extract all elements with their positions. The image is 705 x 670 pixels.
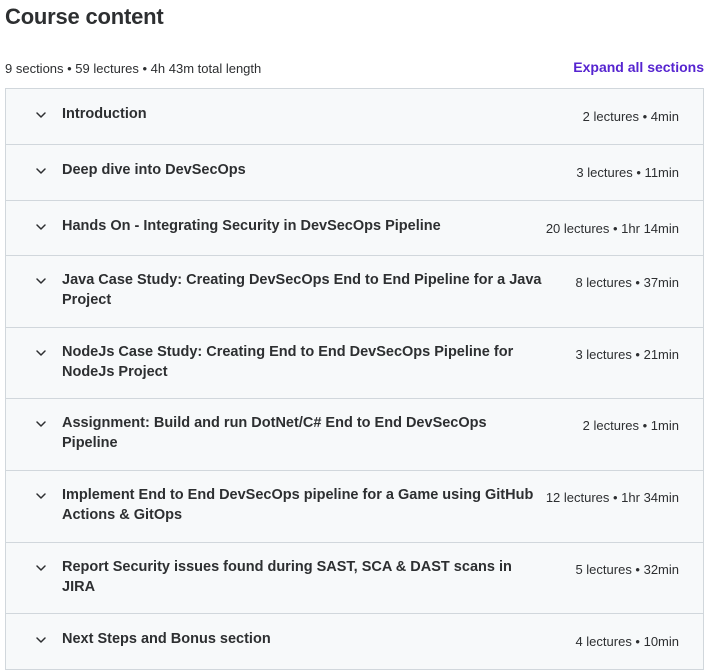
- section-meta: 20 lectures • 1hr 14min: [545, 221, 679, 236]
- section-title: Report Security issues found during SAST…: [62, 559, 512, 595]
- section-item-introduction[interactable]: Introduction 2 lectures • 4min: [6, 89, 703, 145]
- chevron-down-icon: [35, 275, 47, 287]
- section-meta: 2 lectures • 4min: [582, 109, 679, 124]
- chevron-down-icon: [35, 634, 47, 646]
- chevron-down-icon: [35, 347, 47, 359]
- section-title: Hands On - Integrating Security in DevSe…: [62, 218, 441, 234]
- expand-all-sections-button[interactable]: Expand all sections: [573, 59, 704, 75]
- section-title: Assignment: Build and run DotNet/C# End …: [62, 415, 487, 451]
- chevron-down-icon: [35, 221, 47, 233]
- section-item-hands-on[interactable]: Hands On - Integrating Security in DevSe…: [6, 201, 703, 256]
- chevron-down-icon: [35, 490, 47, 502]
- section-item-game-pipeline[interactable]: Implement End to End DevSecOps pipeline …: [6, 471, 703, 543]
- course-summary: 9 sections • 59 lectures • 4h 43m total …: [5, 61, 262, 76]
- section-meta: 4 lectures • 10min: [575, 634, 679, 649]
- section-item-nodejs-case-study[interactable]: NodeJs Case Study: Creating End to End D…: [6, 328, 703, 399]
- section-title: Deep dive into DevSecOps: [62, 162, 246, 178]
- section-title: Next Steps and Bonus section: [62, 631, 271, 647]
- section-meta: 2 lectures • 1min: [582, 418, 679, 433]
- section-item-java-case-study[interactable]: Java Case Study: Creating DevSecOps End …: [6, 256, 703, 328]
- chevron-down-icon: [35, 562, 47, 574]
- section-title: Java Case Study: Creating DevSecOps End …: [62, 272, 542, 308]
- section-item-assignment[interactable]: Assignment: Build and run DotNet/C# End …: [6, 399, 703, 471]
- course-summary-row: 9 sections • 59 lectures • 4h 43m total …: [5, 59, 705, 79]
- section-title: Introduction: [62, 106, 147, 122]
- chevron-down-icon: [35, 418, 47, 430]
- section-item-deep-dive[interactable]: Deep dive into DevSecOps 3 lectures • 11…: [6, 145, 703, 201]
- section-list: Introduction 2 lectures • 4min Deep dive…: [5, 88, 704, 670]
- section-meta: 3 lectures • 11min: [576, 165, 679, 180]
- section-meta: 5 lectures • 32min: [575, 562, 679, 577]
- section-meta: 12 lectures • 1hr 34min: [545, 490, 679, 505]
- section-meta: 3 lectures • 21min: [575, 347, 679, 362]
- chevron-down-icon: [35, 165, 47, 177]
- chevron-down-icon: [35, 109, 47, 121]
- page-title: Course content: [5, 4, 164, 29]
- section-title: Implement End to End DevSecOps pipeline …: [62, 487, 534, 523]
- section-item-next-steps[interactable]: Next Steps and Bonus section 4 lectures …: [6, 614, 703, 669]
- section-meta: 8 lectures • 37min: [575, 275, 679, 290]
- section-title: NodeJs Case Study: Creating End to End D…: [62, 344, 514, 380]
- section-item-report-security-issues[interactable]: Report Security issues found during SAST…: [6, 543, 703, 614]
